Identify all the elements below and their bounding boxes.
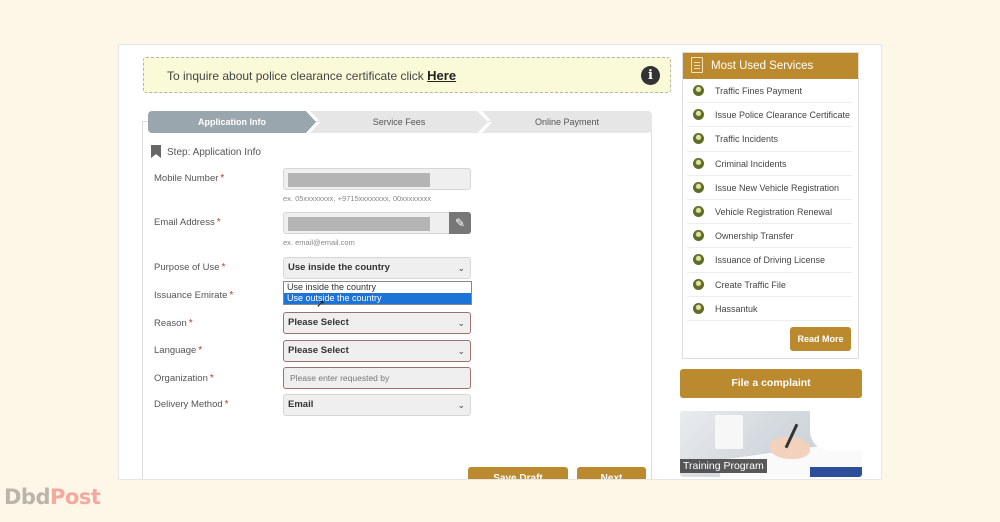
language-label: Language * [154,345,203,356]
training-program-label: Training Program [680,459,767,473]
organization-label: Organization * [154,373,214,384]
organization-input[interactable]: Please enter requested by [283,367,471,389]
email-input[interactable]: ✎ [283,212,471,234]
save-draft-button[interactable]: Save Draft [468,467,568,479]
service-item[interactable]: Issuance of Driving License [687,248,852,273]
step-title: Step: Application Info [151,145,261,158]
emblem-icon [693,205,704,217]
emblem-icon [693,278,704,290]
bookmark-icon [151,145,161,158]
service-item-label: Ownership Transfer [715,231,794,242]
masked-value [288,217,430,231]
service-item[interactable]: Hassantuk [687,297,852,321]
most-used-services-panel: Most Used Services Traffic Fines Payment… [682,52,859,359]
reason-label: Reason * [154,318,193,329]
service-item-label: Issue Police Clearance Certificate [715,110,851,121]
delivery-method-select[interactable]: Email ⌄ [283,394,471,416]
masked-value [288,173,430,187]
emblem-icon [693,254,704,266]
info-notice: To inquire about police clearance certif… [143,57,671,93]
emblem-icon [693,133,704,145]
emblem-icon [693,109,704,121]
service-item-label: Traffic Incidents [715,134,779,145]
reason-select[interactable]: Please Select ⌄ [283,312,471,334]
here-link[interactable]: Here [427,68,456,83]
delivery-label: Delivery Method * [154,399,229,410]
service-item[interactable]: Ownership Transfer [687,224,852,249]
service-item-label: Issuance of Driving License [715,255,826,266]
chevron-down-icon: ⌄ [457,318,465,328]
services-list: Traffic Fines Payment Issue Police Cleara… [683,79,858,321]
mobile-number-input[interactable] [283,168,471,190]
footer-band [0,480,1000,522]
purpose-dropdown: Use inside the country Use outside the c… [283,281,472,305]
service-item[interactable]: Issue New Vehicle Registration [687,176,852,200]
step-online-payment: Online Payment [482,111,652,133]
service-item-label: Criminal Incidents [715,158,787,169]
training-program-banner[interactable]: Training Program [680,411,862,477]
mouse-cursor-icon: ➚ [316,298,326,310]
service-item-label: Create Traffic File [715,279,786,290]
email-label: Email Address * [154,217,221,228]
purpose-select[interactable]: Use inside the country ⌄ [283,257,471,279]
watermark-logo: DbdPost [4,485,101,509]
step-application-info: Application Info [148,111,316,133]
purpose-label: Purpose of Use * [154,262,226,273]
chevron-down-icon: ⌄ [457,400,465,410]
document-icon [691,57,703,73]
file-complaint-button[interactable]: File a complaint [680,369,862,398]
notice-text: To inquire about police clearance certif… [167,69,424,83]
emblem-icon [693,85,704,96]
emblem-icon [693,302,704,314]
service-item[interactable]: Issue Police Clearance Certificate [687,103,852,128]
service-item-label: Traffic Fines Payment [715,86,803,96]
emblem-icon [693,230,704,242]
service-item[interactable]: Criminal Incidents [687,152,852,176]
dropdown-option-highlighted[interactable]: Use outside the country [284,293,471,304]
emblem-icon [693,157,704,169]
next-button[interactable]: Next [577,467,646,479]
edit-email-button[interactable]: ✎ [449,212,471,234]
service-item[interactable]: Traffic Fines Payment [687,79,852,104]
emirate-label: Issuance Emirate * [154,290,234,301]
step-progress: Application Info Service Fees Online Pay… [148,111,652,133]
service-item-label: Vehicle Registration Renewal [715,206,833,217]
service-item[interactable]: Create Traffic File [687,273,852,297]
emblem-icon [693,181,704,193]
services-title: Most Used Services [711,60,814,72]
service-item[interactable]: Traffic Incidents [687,127,852,152]
language-select[interactable]: Please Select ⌄ [283,340,471,362]
mobile-label: Mobile Number * [154,173,225,184]
service-item-label: Issue New Vehicle Registration [715,182,840,193]
chevron-down-icon: ⌄ [457,263,465,273]
mobile-hint: ex. 05xxxxxxxx, +9715xxxxxxxx, 00xxxxxxx… [283,194,432,203]
service-item[interactable]: Vehicle Registration Renewal [687,200,852,225]
dropdown-option[interactable]: Use inside the country [284,282,471,293]
read-more-button[interactable]: Read More [790,327,851,351]
service-item-label: Hassantuk [715,303,758,314]
info-icon: i [641,66,660,85]
email-hint: ex. email@email.com [283,238,355,247]
chevron-down-icon: ⌄ [457,346,465,356]
step-service-fees: Service Fees [310,111,488,133]
pencil-icon: ✎ [454,216,466,230]
